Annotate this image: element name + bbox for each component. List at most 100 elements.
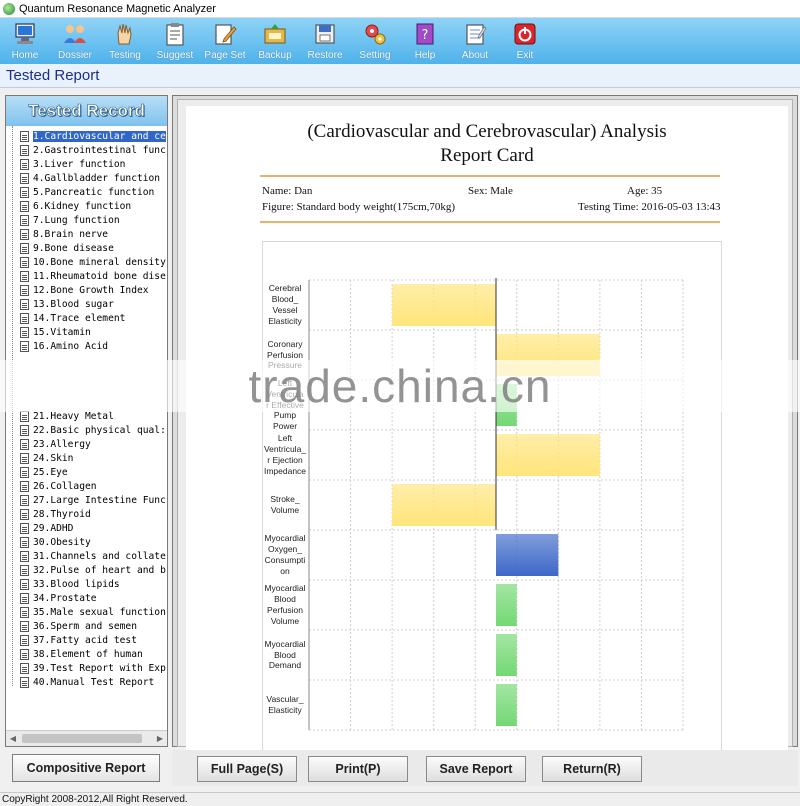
tree-item[interactable]: 27.Large Intestine Func — [20, 493, 167, 507]
tree-item[interactable]: 7.Lung function — [20, 213, 167, 227]
scrollbar-thumb[interactable] — [22, 734, 142, 743]
tree-item[interactable]: 36.Sperm and semen — [20, 619, 167, 633]
tree-item[interactable]: 3.Liver function — [20, 157, 167, 171]
status-bar: CopyRight 2008-2012,All Right Reserved. — [0, 792, 800, 806]
toolbar-help-button[interactable]: ? Help — [400, 18, 450, 64]
compositive-report-button[interactable]: Compositive Report — [12, 754, 160, 782]
return-button[interactable]: Return(R) — [542, 756, 642, 782]
toolbar-suggest-button[interactable]: Suggest — [150, 18, 200, 64]
tree-item-label: 24.Skin — [33, 452, 74, 464]
chart-bar — [496, 534, 559, 576]
analysis-chart: Cerebral Blood_ Vessel Elasticity Coronary Pe… — [262, 241, 722, 750]
category-label-line: Vessel — [272, 304, 298, 315]
category-label: Myocardial Blood Demand — [263, 639, 307, 671]
tree-item[interactable]: 5.Pancreatic function — [20, 185, 167, 199]
category-label-line: Myocardial — [264, 533, 306, 544]
toolbar-testing-button[interactable]: Testing — [100, 18, 150, 64]
scroll-left-arrow-icon[interactable]: ◀ — [8, 734, 18, 744]
tree-item[interactable]: 30.Obesity — [20, 535, 167, 549]
category-label-line: Demand — [268, 660, 302, 671]
document-icon — [20, 522, 29, 534]
tree-item[interactable]: 24.Skin — [20, 451, 167, 465]
document-icon — [20, 424, 29, 436]
toolbar-testing-label: Testing — [109, 50, 141, 61]
tree-item[interactable]: 33.Blood lipids — [20, 577, 167, 591]
tree-item[interactable]: 14.Trace element — [20, 311, 167, 325]
category-label: Cerebral Blood_ Vessel Elasticity — [263, 283, 307, 326]
tree-item[interactable]: 15.Vitamin — [20, 325, 167, 339]
tree-item[interactable]: 32.Pulse of heart and b — [20, 563, 167, 577]
tree-item[interactable]: 26.Collagen — [20, 479, 167, 493]
tree-item[interactable]: 22.Basic physical qual: — [20, 423, 167, 437]
category-label-line: Volume — [270, 504, 300, 515]
document-icon — [20, 200, 29, 212]
tree-item-label: 33.Blood lipids — [33, 578, 120, 590]
tree-item-label: 32.Pulse of heart and b — [33, 564, 166, 576]
toolbar-backup-label: Backup — [258, 50, 292, 61]
tree-item[interactable]: 28.Thyroid — [20, 507, 167, 521]
report-title-line1: (Cardiovascular and Cerebrovascular) Ana… — [307, 121, 667, 142]
report-page[interactable]: (Cardiovascular and Cerebrovascular) Ana… — [186, 106, 788, 750]
tested-record-panel: Tested Record 1.Cardiovascular and ce 2.G… — [5, 95, 168, 747]
toolbar-setting-button[interactable]: Setting — [350, 18, 400, 64]
restore-icon — [312, 21, 338, 47]
tree-item[interactable]: 11.Rheumatoid bone dise — [20, 269, 167, 283]
tree-item-label: 30.Obesity — [33, 536, 91, 548]
tree-item[interactable]: 16.Amino Acid — [20, 339, 167, 353]
toolbar-restore-button[interactable]: Restore — [300, 18, 350, 64]
tree-item[interactable]: 37.Fatty acid test — [20, 633, 167, 647]
document-icon — [20, 480, 29, 492]
tree-item[interactable]: 4.Gallbladder function — [20, 171, 167, 185]
toolbar-about-button[interactable]: About — [450, 18, 500, 64]
tree-item[interactable]: 10.Bone mineral density — [20, 255, 167, 269]
tree-item[interactable]: 40.Manual Test Report — [20, 675, 167, 689]
tree-item[interactable]: 6.Kidney function — [20, 199, 167, 213]
category-label: Myocardial Blood Perfusion Volume — [263, 583, 307, 626]
document-icon — [20, 130, 29, 142]
full-page-button[interactable]: Full Page(S) — [197, 756, 297, 782]
hand-icon — [112, 21, 138, 47]
header-rule-top — [260, 175, 720, 177]
tree-item[interactable]: 35.Male sexual function — [20, 605, 167, 619]
category-label-line: Ventricula_ — [263, 444, 307, 455]
patient-figure: Figure: Standard body weight(175cm,70kg) — [262, 201, 456, 213]
tree-item[interactable]: 29.ADHD — [20, 521, 167, 535]
toolbar-dossier-label: Dossier — [58, 50, 92, 61]
tree-item[interactable]: 39.Test Report with Exp — [20, 661, 167, 675]
document-icon — [20, 270, 29, 282]
tree-item-label: 3.Liver function — [33, 158, 126, 170]
toolbar-dossier-button[interactable]: Dossier — [50, 18, 100, 64]
document-icon — [20, 508, 29, 520]
tree-item[interactable]: 23.Allergy — [20, 437, 167, 451]
tree-item[interactable]: 12.Bone Growth Index — [20, 283, 167, 297]
toolbar-suggest-label: Suggest — [156, 50, 194, 61]
document-icon — [20, 228, 29, 240]
tree-item[interactable]: 1.Cardiovascular and ce — [20, 129, 167, 143]
print-button[interactable]: Print(P) — [308, 756, 408, 782]
scroll-right-arrow-icon[interactable]: ▶ — [155, 734, 165, 744]
category-label-line: Oxygen_ — [267, 544, 303, 555]
report-title: (Cardiovascular and Cerebrovascular) Ana… — [186, 120, 788, 168]
tree-item[interactable]: 8.Brain nerve — [20, 227, 167, 241]
toolbar-about-label: About — [461, 50, 489, 61]
document-icon — [20, 606, 29, 618]
tree-item[interactable]: 13.Blood sugar — [20, 297, 167, 311]
tree-item[interactable]: 2.Gastrointestinal func — [20, 143, 167, 157]
document-icon — [20, 340, 29, 352]
toolbar-exit-button[interactable]: Exit — [500, 18, 550, 64]
tree-item[interactable]: 34.Prostate — [20, 591, 167, 605]
tree-item[interactable]: 9.Bone disease — [20, 241, 167, 255]
record-tree[interactable]: 1.Cardiovascular and ce 2.Gastrointestina… — [6, 126, 167, 726]
tree-item-label: 13.Blood sugar — [33, 298, 114, 310]
tree-horizontal-scrollbar[interactable]: ◀ ▶ — [6, 730, 167, 746]
tree-item-label: 34.Prostate — [33, 592, 97, 604]
report-frame: (Cardiovascular and Cerebrovascular) Ana… — [177, 99, 793, 750]
tree-item[interactable]: 38.Element of human — [20, 647, 167, 661]
toolbar-backup-button[interactable]: Backup — [250, 18, 300, 64]
toolbar-page-set-button[interactable]: Page Set — [200, 18, 250, 64]
toolbar-home-button[interactable]: Home — [0, 18, 50, 64]
tree-item[interactable]: 25.Eye — [20, 465, 167, 479]
save-report-button[interactable]: Save Report — [426, 756, 526, 782]
tree-item[interactable]: 31.Channels and collate — [20, 549, 167, 563]
document-icon — [20, 326, 29, 338]
